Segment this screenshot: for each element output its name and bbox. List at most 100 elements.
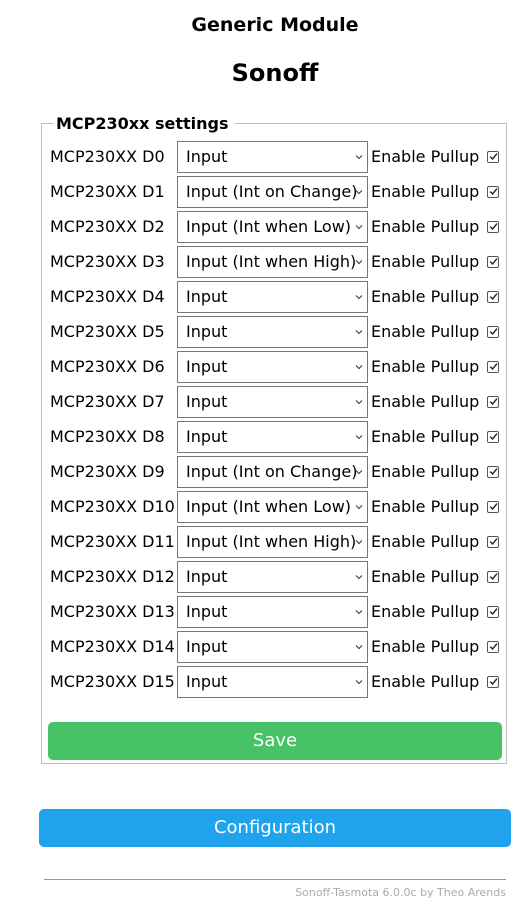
- pin-mode-value: Input: [186, 357, 228, 376]
- chevron-down-icon: [355, 260, 363, 265]
- pin-label: MCP230XX D2: [50, 217, 165, 236]
- enable-pullup-checkbox[interactable]: [487, 151, 499, 163]
- pin-mode-select[interactable]: Input: [177, 421, 368, 453]
- enable-pullup-checkbox[interactable]: [487, 431, 499, 443]
- pin-row: MCP230XX D0 Input Enable Pullup: [50, 141, 510, 173]
- pin-mode-value: Input (Int when Low): [186, 497, 352, 516]
- pin-row: MCP230XX D10 Input (Int when Low) Enable P…: [50, 491, 510, 523]
- enable-pullup-label: Enable Pullup: [371, 357, 480, 376]
- pin-mode-value: Input: [186, 567, 228, 586]
- enable-pullup-checkbox[interactable]: [487, 256, 499, 268]
- chevron-down-icon: [355, 190, 363, 195]
- enable-pullup-label: Enable Pullup: [371, 427, 480, 446]
- pin-label: MCP230XX D13: [50, 602, 175, 621]
- pin-row: MCP230XX D7 Input Enable Pullup: [50, 386, 510, 418]
- pin-row: MCP230XX D2 Input (Int when Low) Enable Pu…: [50, 211, 510, 243]
- enable-pullup-checkbox[interactable]: [487, 571, 499, 583]
- pin-mode-select[interactable]: Input: [177, 631, 368, 663]
- pin-mode-select[interactable]: Input: [177, 316, 368, 348]
- enable-pullup-checkbox[interactable]: [487, 536, 499, 548]
- pin-mode-select[interactable]: Input: [177, 596, 368, 628]
- pin-row: MCP230XX D6 Input Enable Pullup: [50, 351, 510, 383]
- pin-mode-select[interactable]: Input: [177, 666, 368, 698]
- pin-mode-select[interactable]: Input (Int when Low): [177, 491, 368, 523]
- enable-pullup-checkbox[interactable]: [487, 326, 499, 338]
- pin-mode-value: Input: [186, 322, 228, 341]
- save-button[interactable]: Save: [48, 722, 502, 760]
- enable-pullup-checkbox[interactable]: [487, 361, 499, 373]
- enable-pullup-checkbox[interactable]: [487, 396, 499, 408]
- pin-mode-select[interactable]: Input: [177, 351, 368, 383]
- check-icon: [489, 503, 498, 511]
- enable-pullup-checkbox[interactable]: [487, 606, 499, 618]
- check-icon: [489, 468, 498, 476]
- enable-pullup-checkbox[interactable]: [487, 641, 499, 653]
- pin-label: MCP230XX D6: [50, 357, 165, 376]
- enable-pullup-checkbox[interactable]: [487, 221, 499, 233]
- enable-pullup-label: Enable Pullup: [371, 147, 480, 166]
- chevron-down-icon: [355, 505, 363, 510]
- pin-mode-select[interactable]: Input: [177, 141, 368, 173]
- enable-pullup-label: Enable Pullup: [371, 182, 480, 201]
- pin-mode-value: Input: [186, 287, 228, 306]
- check-icon: [489, 363, 498, 371]
- enable-pullup-label: Enable Pullup: [371, 532, 480, 551]
- pin-mode-value: Input (Int when Low): [186, 217, 352, 236]
- check-icon: [489, 258, 498, 266]
- enable-pullup-label: Enable Pullup: [371, 217, 480, 236]
- pin-row: MCP230XX D4 Input Enable Pullup: [50, 281, 510, 313]
- chevron-down-icon: [355, 610, 363, 615]
- chevron-down-icon: [355, 645, 363, 650]
- device-name-heading: Sonoff: [231, 59, 319, 87]
- check-icon: [489, 573, 498, 581]
- enable-pullup-label: Enable Pullup: [371, 602, 480, 621]
- footer-credit: Sonoff-Tasmota 6.0.0c by Theo Arends: [295, 886, 506, 899]
- check-icon: [489, 538, 498, 546]
- enable-pullup-label: Enable Pullup: [371, 252, 480, 271]
- enable-pullup-checkbox[interactable]: [487, 291, 499, 303]
- pin-mode-value: Input (Int on Change): [186, 462, 358, 481]
- enable-pullup-checkbox[interactable]: [487, 501, 499, 513]
- pin-mode-select[interactable]: Input: [177, 386, 368, 418]
- enable-pullup-label: Enable Pullup: [371, 497, 480, 516]
- enable-pullup-label: Enable Pullup: [371, 462, 480, 481]
- pin-mode-select[interactable]: Input (Int on Change): [177, 176, 368, 208]
- chevron-down-icon: [355, 435, 363, 440]
- check-icon: [489, 188, 498, 196]
- pin-mode-select[interactable]: Input (Int when Low): [177, 211, 368, 243]
- pin-row: MCP230XX D8 Input Enable Pullup: [50, 421, 510, 453]
- pin-row: MCP230XX D9 Input (Int on Change) Enable P…: [50, 456, 510, 488]
- footer-divider: [44, 879, 506, 880]
- pin-row: MCP230XX D13 Input Enable Pullup: [50, 596, 510, 628]
- chevron-down-icon: [355, 155, 363, 160]
- pin-row: MCP230XX D12 Input Enable Pullup: [50, 561, 510, 593]
- pin-row: MCP230XX D15 Input Enable Pullup: [50, 666, 510, 698]
- pin-mode-select[interactable]: Input (Int when High): [177, 246, 368, 278]
- enable-pullup-checkbox[interactable]: [487, 466, 499, 478]
- check-icon: [489, 433, 498, 441]
- pin-mode-value: Input (Int when High): [186, 532, 357, 551]
- chevron-down-icon: [355, 575, 363, 580]
- pin-row: MCP230XX D11 Input (Int when High) Enable …: [50, 526, 510, 558]
- enable-pullup-checkbox[interactable]: [487, 186, 499, 198]
- pin-mode-value: Input: [186, 392, 228, 411]
- pin-label: MCP230XX D10: [50, 497, 175, 516]
- enable-pullup-checkbox[interactable]: [487, 676, 499, 688]
- chevron-down-icon: [355, 470, 363, 475]
- pin-mode-select[interactable]: Input: [177, 561, 368, 593]
- enable-pullup-label: Enable Pullup: [371, 637, 480, 656]
- pin-row: MCP230XX D3 Input (Int when High) Enable P…: [50, 246, 510, 278]
- pin-label: MCP230XX D8: [50, 427, 165, 446]
- pin-mode-value: Input: [186, 602, 228, 621]
- enable-pullup-label: Enable Pullup: [371, 672, 480, 691]
- pin-row: MCP230XX D5 Input Enable Pullup: [50, 316, 510, 348]
- pin-mode-select[interactable]: Input (Int on Change): [177, 456, 368, 488]
- pin-label: MCP230XX D0: [50, 147, 165, 166]
- chevron-down-icon: [355, 365, 363, 370]
- pin-label: MCP230XX D4: [50, 287, 165, 306]
- pin-mode-select[interactable]: Input: [177, 281, 368, 313]
- pin-mode-select[interactable]: Input (Int when High): [177, 526, 368, 558]
- enable-pullup-label: Enable Pullup: [371, 567, 480, 586]
- check-icon: [489, 398, 498, 406]
- configuration-button[interactable]: Configuration: [39, 809, 511, 847]
